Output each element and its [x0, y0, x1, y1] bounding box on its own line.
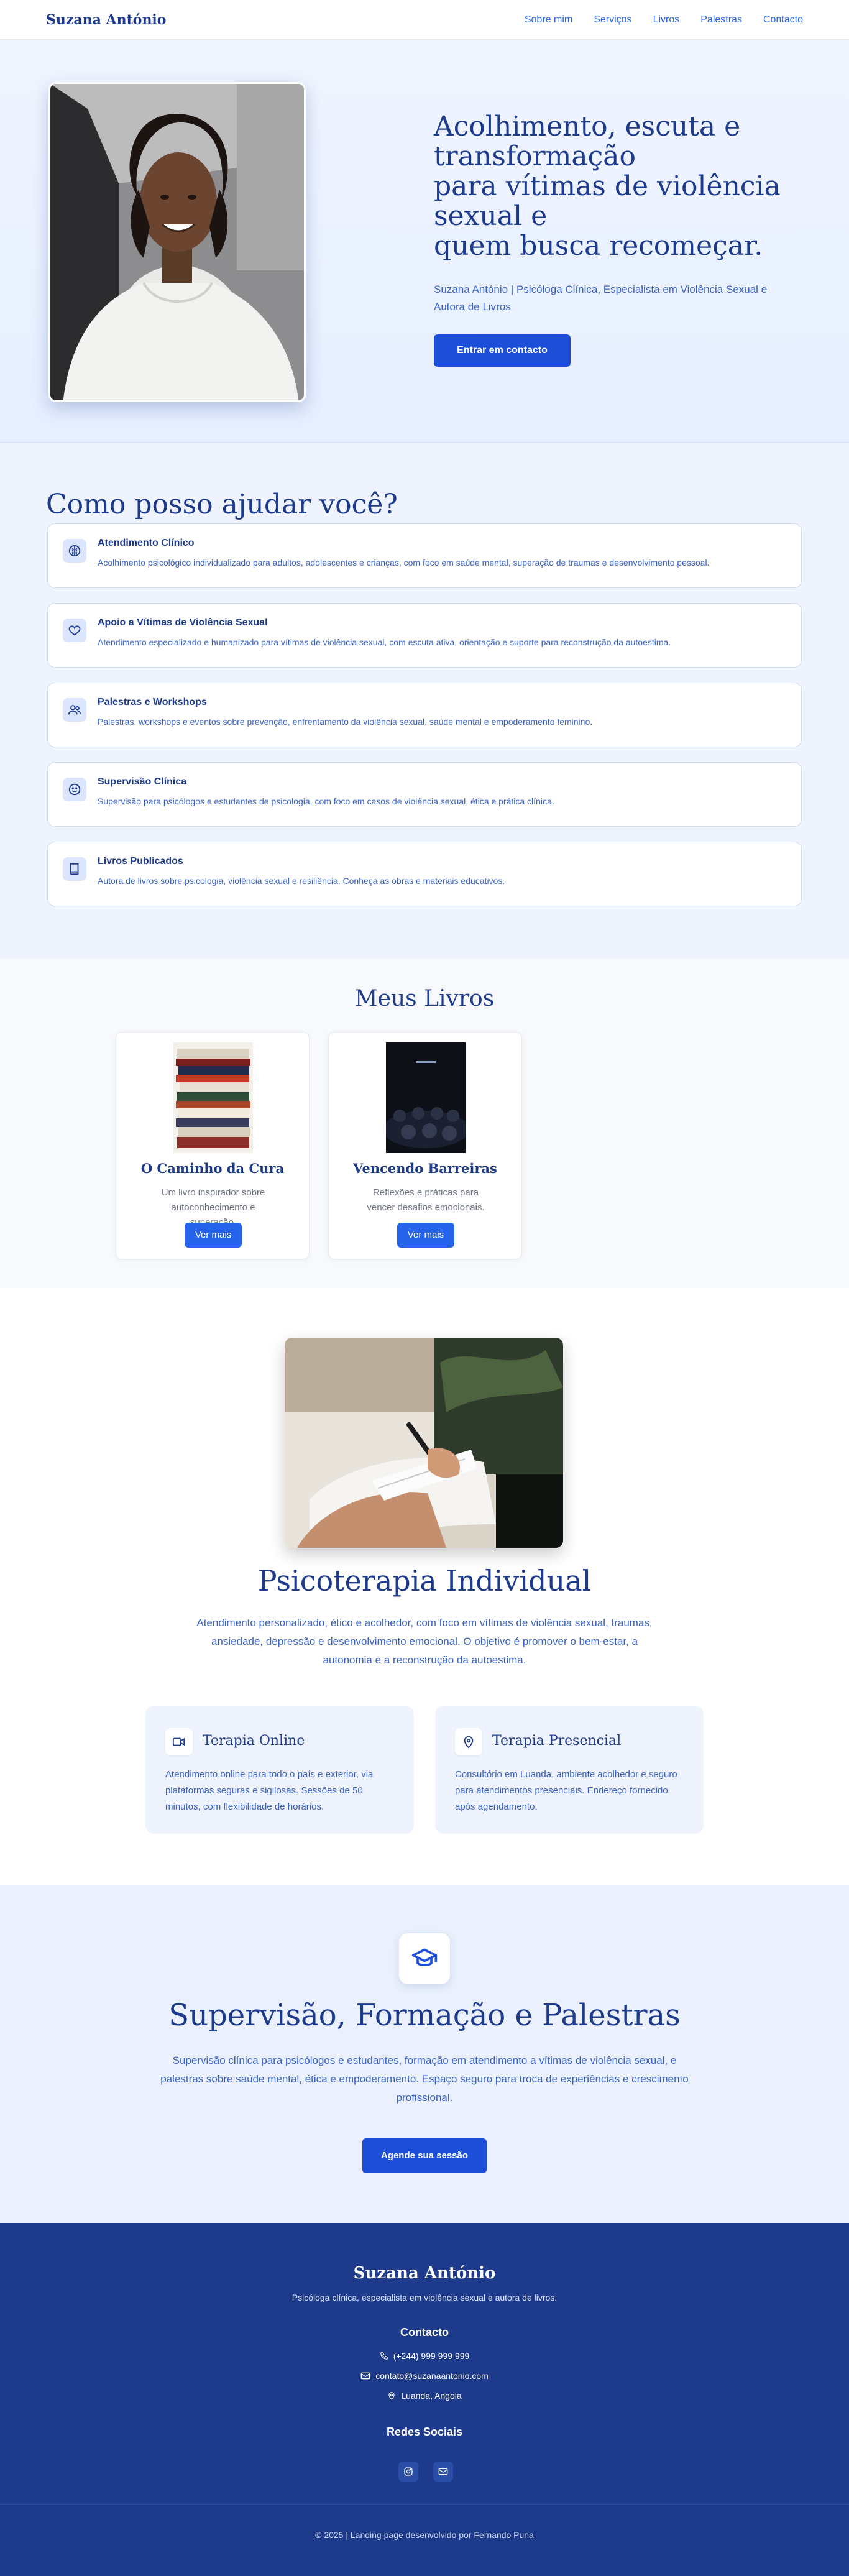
book-ver-mais-button[interactable]: Ver mais [397, 1223, 454, 1248]
schedule-session-button[interactable]: Agende sua sessão [362, 2138, 487, 2173]
service-title: Supervisão Clínica [98, 776, 187, 787]
footer-social-heading: Redes Sociais [386, 2426, 463, 2438]
service-card-atendimento-clinico[interactable]: Atendimento Clínico Acolhimento psicológ… [47, 523, 802, 588]
therapy-card-presencial[interactable]: Terapia Presencial Consultório em Luanda… [435, 1706, 704, 1834]
hero-text-block: Acolhimento, escuta e transformação para… [434, 112, 807, 367]
mail-icon[interactable] [433, 2462, 453, 2482]
therapy-card-online[interactable]: Terapia Online Atendimento online para t… [145, 1706, 414, 1834]
footer-email[interactable]: contato@suzanaantonio.com [0, 2371, 849, 2381]
service-desc: Atendimento especializado e humanizado p… [98, 637, 671, 647]
service-title: Palestras e Workshops [98, 697, 207, 707]
service-title: Atendimento Clínico [98, 538, 195, 548]
therapy-card-desc: Atendimento online para todo o país e ex… [165, 1769, 374, 1812]
nav-link-sobre-mim[interactable]: Sobre mim [525, 14, 572, 25]
therapy-card-desc: Consultório em Luanda, ambiente acolhedo… [455, 1769, 677, 1812]
footer-phone[interactable]: (+244) 999 999 999 [0, 2351, 849, 2361]
books-section: Meus Livros O Caminho da Cura Um livro i… [0, 959, 849, 1288]
nav-link-palestras[interactable]: Palestras [700, 14, 742, 25]
footer-phone-text: (+244) 999 999 999 [393, 2351, 470, 2361]
book-card-caminho-da-cura: O Caminho da Cura Um livro inspirador so… [116, 1032, 310, 1259]
therapy-card-title: Terapia Presencial [492, 1733, 622, 1749]
book-cover-image [386, 1042, 466, 1153]
service-desc: Acolhimento psicológico individualizado … [98, 558, 710, 568]
footer-location-text: Luanda, Angola [401, 2391, 462, 2401]
brain-icon [63, 539, 86, 563]
heart-icon [63, 619, 86, 642]
book-cover-image [173, 1042, 253, 1153]
service-card-palestras[interactable]: Palestras e Workshops Palestras, worksho… [47, 683, 802, 747]
therapy-heading: Psicoterapia Individual [257, 1564, 592, 1598]
phone-icon [380, 2352, 388, 2360]
therapy-desc: Atendimento personalizado, ético e acolh… [196, 1617, 653, 1666]
footer-location: Luanda, Angola [0, 2391, 849, 2401]
hero-title-line-3: quem busca recomeçar. [434, 230, 763, 262]
footer-copyright: © 2025 | Landing page desenvolvido por F… [315, 2530, 534, 2540]
nav-link-livros[interactable]: Livros [653, 14, 680, 25]
video-icon [165, 1728, 193, 1755]
service-title: Livros Publicados [98, 856, 183, 867]
book-title: Vencendo Barreiras [353, 1161, 497, 1176]
service-title: Apoio a Vítimas de Violência Sexual [98, 617, 268, 628]
graduation-cap-icon [399, 1933, 450, 1984]
hero-section: Acolhimento, escuta e transformação para… [0, 40, 849, 443]
therapy-section: Psicoterapia Individual Atendimento pers… [0, 1288, 849, 1885]
service-desc: Supervisão para psicólogos e estudantes … [98, 796, 554, 806]
supervision-desc: Supervisão clínica para psicólogos e est… [160, 2054, 689, 2104]
footer-social-links [398, 2462, 453, 2482]
hero-title-line-1: Acolhimento, escuta e transformação [434, 111, 741, 172]
service-desc: Palestras, workshops e eventos sobre pre… [98, 717, 593, 727]
book-icon [63, 857, 86, 881]
smile-icon [63, 778, 86, 801]
footer-email-text: contato@suzanaantonio.com [375, 2371, 489, 2381]
hero-title: Acolhimento, escuta e transformação para… [434, 112, 807, 261]
mail-icon [360, 2371, 370, 2380]
hero-subtitle: Suzana António | Psicóloga Clínica, Espe… [434, 283, 768, 313]
book-ver-mais-button[interactable]: Ver mais [185, 1223, 242, 1248]
nav-links: Sobre mim Serviços Livros Palestras Cont… [525, 14, 803, 25]
contact-cta-button[interactable]: Entrar em contacto [434, 334, 571, 367]
top-nav: Suzana António Sobre mim Serviços Livros… [0, 0, 849, 40]
supervision-heading: Supervisão, Formação e Palestras [168, 1998, 681, 2033]
brand-logo[interactable]: Suzana António [46, 12, 166, 28]
map-pin-icon [455, 1728, 482, 1755]
hero-portrait-photo [48, 82, 306, 402]
supervision-section: Supervisão, Formação e Palestras Supervi… [0, 1885, 849, 2223]
users-icon [63, 698, 86, 722]
book-card-vencendo-barreiras: Vencendo Barreiras Reflexões e práticas … [328, 1032, 522, 1259]
therapy-session-photo [285, 1338, 563, 1548]
service-card-apoio-vitimas[interactable]: Apoio a Vítimas de Violência Sexual Aten… [47, 603, 802, 668]
service-card-livros[interactable]: Livros Publicados Autora de livros sobre… [47, 842, 802, 906]
book-title: O Caminho da Cura [140, 1161, 285, 1176]
map-pin-icon [387, 2391, 396, 2400]
services-section: Como posso ajudar você? Atendimento Clín… [0, 443, 849, 959]
footer-contact-heading: Contacto [400, 2326, 449, 2339]
services-heading: Como posso ajudar você? [46, 489, 398, 520]
therapy-card-title: Terapia Online [203, 1733, 305, 1749]
footer-tagline: Psicóloga clínica, especialista em violê… [291, 2293, 558, 2302]
footer-brand: Suzana António [353, 2264, 496, 2283]
hero-title-line-2: para vítimas de violência sexual e [434, 170, 781, 232]
nav-link-contacto[interactable]: Contacto [763, 14, 803, 25]
instagram-icon[interactable] [398, 2462, 418, 2482]
book-desc: Reflexões e práticas para vencer desafio… [367, 1187, 485, 1213]
books-heading: Meus Livros [354, 986, 495, 1011]
service-card-supervisao[interactable]: Supervisão Clínica Supervisão para psicó… [47, 762, 802, 827]
nav-link-servicos[interactable]: Serviços [594, 14, 631, 25]
site-footer: Suzana António Psicóloga clínica, especi… [0, 2223, 849, 2576]
footer-divider [0, 2504, 849, 2505]
service-desc: Autora de livros sobre psicologia, violê… [98, 876, 505, 886]
